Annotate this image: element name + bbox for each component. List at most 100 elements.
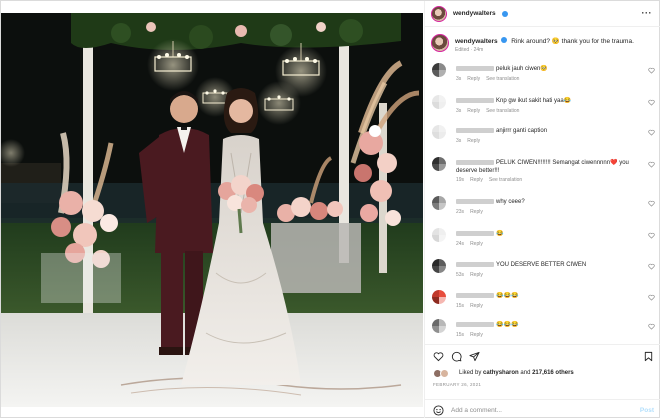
post-photo[interactable]: [1, 13, 423, 407]
instagram-post-window: wendywalters ··· wendywalters Rink aroun…: [0, 0, 660, 418]
avatar-pixel: [432, 326, 439, 333]
reply-button[interactable]: Reply: [467, 138, 480, 144]
add-comment-bar: Add a comment... Post: [425, 399, 660, 418]
comment-like-heart-icon[interactable]: [648, 161, 655, 168]
commenter-avatar[interactable]: [432, 259, 446, 273]
reply-button[interactable]: Reply: [470, 209, 483, 215]
reply-button[interactable]: Reply: [467, 76, 480, 82]
likes-others[interactable]: 217,616 others: [532, 370, 574, 376]
profile-avatar[interactable]: [431, 6, 447, 22]
caption-avatar[interactable]: [431, 34, 449, 52]
reply-button[interactable]: Reply: [470, 177, 483, 183]
avatar-pixel: [439, 63, 446, 70]
liker-avatar: [440, 369, 449, 378]
avatar-pixel: [439, 157, 446, 164]
liker-avatars: [433, 369, 455, 378]
reply-button[interactable]: Reply: [470, 303, 483, 309]
comment-like-heart-icon[interactable]: [648, 129, 655, 136]
commenter-avatar[interactable]: [432, 319, 446, 333]
heart-icon[interactable]: [433, 351, 444, 362]
avatar-pixel: [432, 70, 439, 77]
send-icon[interactable]: [469, 351, 480, 362]
comment-text: 😂: [496, 231, 504, 238]
comment-text: why ceee?: [496, 199, 525, 206]
likes-joiner: and: [520, 370, 531, 376]
avatar-pixel: [432, 228, 439, 235]
avatar-pixel: [432, 235, 439, 242]
comment-like-heart-icon[interactable]: [648, 67, 655, 74]
comment-meta: 15s Reply: [456, 332, 489, 338]
commenter-avatar[interactable]: [432, 196, 446, 210]
post-header: wendywalters ···: [425, 1, 660, 27]
comment-age: 19s: [456, 177, 465, 183]
comment-meta: 23s Reply: [456, 209, 489, 215]
reply-button[interactable]: Reply: [470, 272, 483, 278]
likes-first-user[interactable]: cathysharon: [483, 370, 519, 376]
avatar-pixel: [432, 319, 439, 326]
comment-meta: 19s Reply See translation: [456, 177, 528, 183]
comment-like-heart-icon[interactable]: [648, 200, 655, 207]
comment-icon[interactable]: [451, 351, 462, 362]
comment-text: 😂😂😂: [496, 293, 519, 300]
avatar-pixel: [432, 132, 439, 139]
avatar-pixel: [439, 132, 446, 139]
commenter-username-redacted[interactable]: [456, 322, 494, 327]
see-translation-link[interactable]: See translation: [489, 177, 522, 183]
comment-like-heart-icon[interactable]: [648, 323, 655, 330]
commenter-username-redacted[interactable]: [456, 128, 494, 133]
commenter-username-redacted[interactable]: [456, 231, 494, 236]
comment-item: peluk jauh ciwen🥺 3s Reply See translation: [425, 63, 660, 95]
commenter-username-redacted[interactable]: [456, 262, 494, 267]
commenter-username-redacted[interactable]: [456, 66, 494, 71]
post-caption: wendywalters Rink around? 🥺 thank you fo…: [425, 29, 660, 59]
action-bar: [425, 344, 660, 364]
avatar-pixel: [432, 290, 439, 297]
avatar-pixel: [439, 70, 446, 77]
see-translation-link[interactable]: See translation: [486, 76, 519, 82]
commenter-username-redacted[interactable]: [456, 199, 494, 204]
caption-text-line: wendywalters Rink around? 🥺 thank you fo…: [455, 37, 655, 46]
bookmark-icon[interactable]: [643, 351, 654, 362]
avatar-pixel: [439, 102, 446, 109]
commenter-avatar[interactable]: [432, 125, 446, 139]
commenter-avatar[interactable]: [432, 228, 446, 242]
commenter-avatar[interactable]: [432, 95, 446, 109]
comment-like-heart-icon[interactable]: [648, 99, 655, 106]
commenter-avatar[interactable]: [432, 290, 446, 304]
reply-button[interactable]: Reply: [470, 241, 483, 247]
comment-text-line: 😂: [456, 231, 640, 239]
commenter-username-redacted[interactable]: [456, 293, 494, 298]
commenter-username-redacted[interactable]: [456, 98, 494, 103]
reply-button[interactable]: Reply: [470, 332, 483, 338]
avatar-pixel: [439, 290, 446, 297]
commenter-avatar[interactable]: [432, 157, 446, 171]
caption-username[interactable]: wendywalters: [455, 38, 498, 45]
avatar-pixel: [432, 95, 439, 102]
reply-button[interactable]: Reply: [467, 108, 480, 114]
add-comment-input[interactable]: Add a comment...: [451, 407, 502, 414]
header-username[interactable]: wendywalters: [453, 10, 496, 17]
chandelier: [257, 81, 301, 125]
avatar-pixel: [432, 63, 439, 70]
comment-like-heart-icon[interactable]: [648, 294, 655, 301]
comment-age: 3s: [456, 76, 462, 82]
likes-text[interactable]: Liked by cathysharon and 217,616 others: [459, 370, 574, 376]
avatar-pixel: [439, 266, 446, 273]
avatar-pixel: [439, 196, 446, 203]
avatar-pixel: [432, 203, 439, 210]
comment-text: Knp gw ikut sakit hati yaa😂: [496, 98, 572, 105]
commenter-username-redacted[interactable]: [456, 160, 494, 165]
comment-meta: 3s Reply: [456, 138, 486, 144]
more-options-icon[interactable]: ···: [642, 8, 653, 18]
commenter-avatar[interactable]: [432, 63, 446, 77]
wedding-photo: [1, 13, 423, 407]
comment-age: 15s: [456, 332, 465, 338]
post-comment-button[interactable]: Post: [640, 407, 654, 414]
smiley-icon[interactable]: [433, 405, 444, 416]
comment-age: 15s: [456, 303, 465, 309]
see-translation-link[interactable]: See translation: [486, 108, 519, 114]
comment-meta: 3s Reply See translation: [456, 108, 525, 114]
avatar-pixel: [439, 95, 446, 102]
comment-like-heart-icon[interactable]: [648, 263, 655, 270]
comment-like-heart-icon[interactable]: [648, 232, 655, 239]
